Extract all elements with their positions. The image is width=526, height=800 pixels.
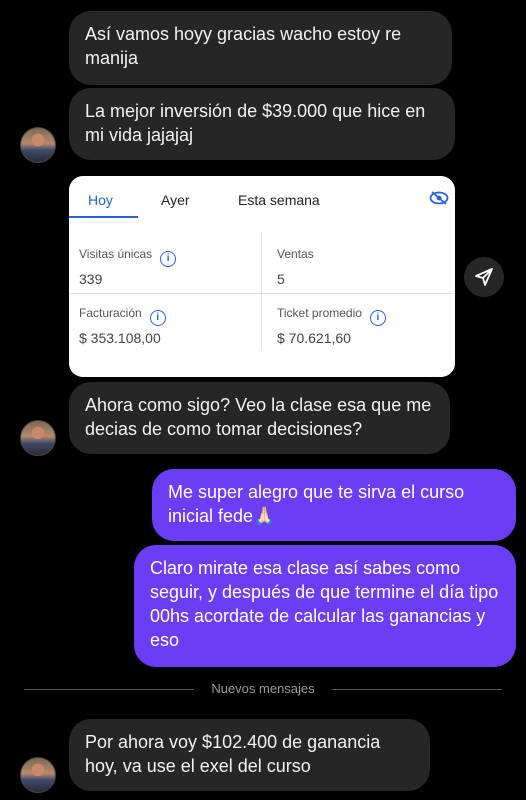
tab-ayer[interactable]: Ayer <box>161 192 190 208</box>
message-incoming[interactable]: Así vamos hoyy gracias wacho estoy re ma… <box>69 11 452 85</box>
metric-value: 339 <box>79 271 103 287</box>
divider <box>332 689 502 690</box>
metrics-screenshot-card[interactable]: Hoy Ayer Esta semana Visitas únicas i 339… <box>69 176 455 377</box>
avatar[interactable] <box>20 127 56 163</box>
avatar[interactable] <box>20 420 56 456</box>
tab-bar: Hoy Ayer Esta semana <box>69 176 455 221</box>
info-icon[interactable]: i <box>160 251 177 267</box>
metric-value: $ 70.621,60 <box>277 330 351 346</box>
metric-value: $ 353.108,00 <box>79 330 161 346</box>
message-outgoing[interactable]: Claro mirate esa clase así sabes como se… <box>134 545 516 667</box>
info-icon[interactable]: i <box>369 310 386 326</box>
share-button[interactable] <box>464 257 504 297</box>
metric-facturacion: Facturación i $ 353.108,00 <box>69 290 262 348</box>
metric-label: Facturación i <box>79 306 166 326</box>
message-incoming[interactable]: Por ahora voy $102.400 de ganancia hoy, … <box>69 719 430 791</box>
message-incoming[interactable]: Ahora como sigo? Veo la clase esa que me… <box>69 382 450 454</box>
message-outgoing[interactable]: Me super alegro que te sirva el curso in… <box>152 469 516 541</box>
message-incoming[interactable]: La mejor inversión de $39.000 que hice e… <box>69 88 455 160</box>
send-icon <box>475 268 493 286</box>
metric-label: Ticket promedio i <box>277 306 386 326</box>
metric-ventas: Ventas 5 <box>267 231 455 289</box>
metric-value: 5 <box>277 271 285 287</box>
metric-label: Ventas <box>277 247 314 261</box>
tab-hoy[interactable]: Hoy <box>88 192 113 208</box>
tab-esta-semana[interactable]: Esta semana <box>238 192 320 208</box>
eye-off-icon[interactable] <box>429 190 449 206</box>
metric-ticket: Ticket promedio i $ 70.621,60 <box>267 290 455 348</box>
metric-label: Visitas únicas i <box>79 247 177 267</box>
info-icon[interactable]: i <box>149 310 166 326</box>
avatar[interactable] <box>20 757 56 793</box>
metric-visitas: Visitas únicas i 339 <box>69 231 262 289</box>
active-tab-indicator <box>69 216 138 218</box>
